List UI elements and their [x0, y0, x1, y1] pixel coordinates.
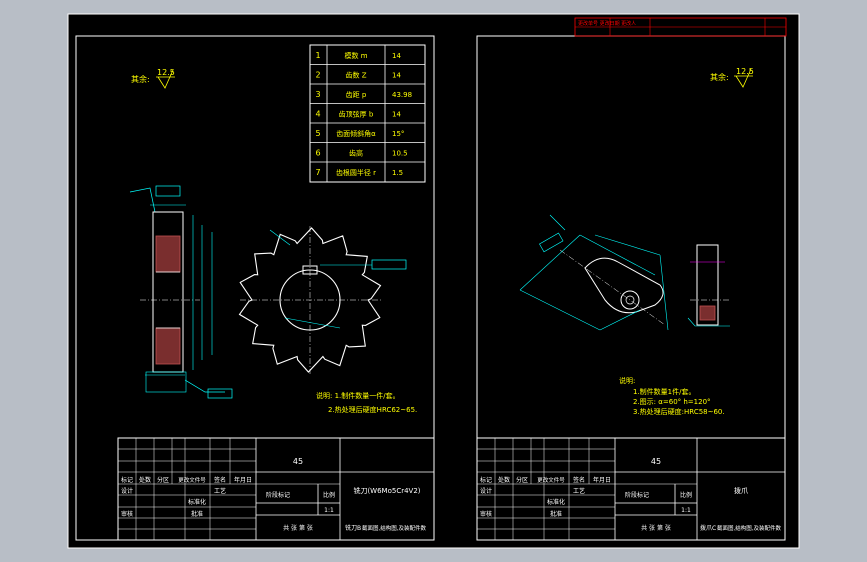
- tb-scale-value: 1:1: [681, 507, 691, 514]
- tb-part-name: 拨爪: [734, 486, 748, 495]
- tb-zone-label: 分区: [516, 476, 528, 484]
- param-row-value: 15°: [392, 130, 404, 138]
- param-row-value: 43.98: [392, 91, 412, 99]
- left-roughness-label: 其余:: [131, 74, 150, 84]
- revision-header-text: 更改单号 更改日期 更改人: [578, 20, 636, 27]
- param-row-name: 齿顶弦厚 b: [339, 110, 374, 119]
- tb-scale-label: 比例: [680, 491, 692, 499]
- tb-revision-label: 标记: [480, 476, 492, 484]
- tb-doc-label: 更改文件号: [537, 476, 565, 484]
- right-roughness-value: 12.5: [736, 67, 754, 76]
- param-row-name: 模数 m: [344, 51, 367, 60]
- cad-viewport: 其余: 12.5 1 模数 m 14 2 齿数 Z 14 3 齿距 p 43.9…: [67, 13, 800, 549]
- tb-count-label: 处数: [139, 476, 151, 484]
- tb-zone-label: 分区: [157, 476, 169, 484]
- tb-date-label: 年月日: [234, 476, 252, 484]
- param-row-no: 3: [315, 90, 320, 99]
- param-row-value: 10.5: [392, 150, 408, 158]
- tb-sheets-label: 共 张 第 张: [283, 524, 313, 532]
- param-row-no: 4: [315, 110, 320, 119]
- section-hatch-top: [155, 235, 181, 273]
- left-note-line: 说明: 1.制件数量一件/套。: [316, 391, 400, 400]
- tb-part-name: 铣刀(W6Mo5Cr4V2): [353, 486, 420, 495]
- tb-sign-label: 签名: [214, 476, 226, 484]
- tb-material: 45: [651, 457, 661, 466]
- section-hatch-bottom: [155, 327, 181, 365]
- param-row-no: 5: [315, 129, 320, 138]
- param-row-name: 齿高: [349, 149, 363, 158]
- param-row-value: 1.5: [392, 169, 403, 177]
- tb-count-label: 处数: [498, 476, 510, 484]
- param-row-value: 14: [392, 52, 401, 60]
- right-note-line: 说明:: [619, 376, 635, 385]
- tb-drawing-no: 拨爪C: [700, 524, 716, 532]
- param-row-no: 6: [315, 149, 320, 158]
- right-note-line: 2.图示: α=60° h=120°: [633, 398, 711, 406]
- tb-doc-label: 更改文件号: [178, 476, 206, 484]
- tb-drawing-no: 铣刀B: [345, 524, 361, 532]
- tb-sheets-label: 共 张 第 张: [641, 524, 671, 532]
- tb-date-label: 年月日: [593, 476, 611, 484]
- tb-scale-value: 1:1: [324, 507, 334, 514]
- tb-check-label: 审核: [480, 510, 492, 518]
- tb-design-label: 设计: [480, 487, 492, 495]
- tb-standard-label: 标准化: [547, 498, 565, 506]
- param-row-name: 齿根圆半径 r: [336, 168, 376, 177]
- param-row-no: 2: [315, 71, 320, 80]
- param-row-name: 齿数 Z: [345, 71, 366, 80]
- left-note-line: 2.热处理后硬度HRC62~65.: [328, 405, 417, 414]
- param-row-name: 齿面倾斜角α: [336, 129, 376, 138]
- param-row-value: 14: [392, 111, 401, 119]
- tb-stage-label: 阶段标记: [266, 491, 290, 499]
- tb-scale-label: 比例: [323, 491, 335, 499]
- claw-side-hatch: [699, 305, 716, 321]
- tb-design-label: 设计: [121, 487, 133, 495]
- right-roughness-label: 其余:: [710, 72, 729, 82]
- tb-process-label: 工艺: [573, 487, 585, 495]
- tb-sign-label: 签名: [573, 476, 585, 484]
- param-row-name: 齿距 p: [346, 91, 367, 99]
- tb-drawing-desc: 截面图,结构图,及装配件数: [717, 524, 781, 532]
- tb-revision-label: 标记: [121, 476, 133, 484]
- tb-standard-label: 标准化: [188, 498, 206, 506]
- param-row-no: 1: [315, 51, 320, 60]
- tb-material: 45: [293, 457, 303, 466]
- right-note-line: 3.热处理后硬度:HRC58~60.: [633, 407, 725, 416]
- tb-approve-label: 批准: [550, 510, 562, 518]
- tb-drawing-desc: 截面图,结构图,及装配件数: [362, 524, 426, 532]
- param-row-no: 7: [315, 168, 320, 177]
- right-note-line: 1.制件数量1件/套。: [633, 387, 696, 396]
- tb-stage-label: 阶段标记: [625, 491, 649, 499]
- tb-approve-label: 批准: [191, 510, 203, 518]
- tb-process-label: 工艺: [214, 487, 226, 495]
- tb-check-label: 审核: [121, 510, 133, 518]
- param-row-value: 14: [392, 72, 401, 80]
